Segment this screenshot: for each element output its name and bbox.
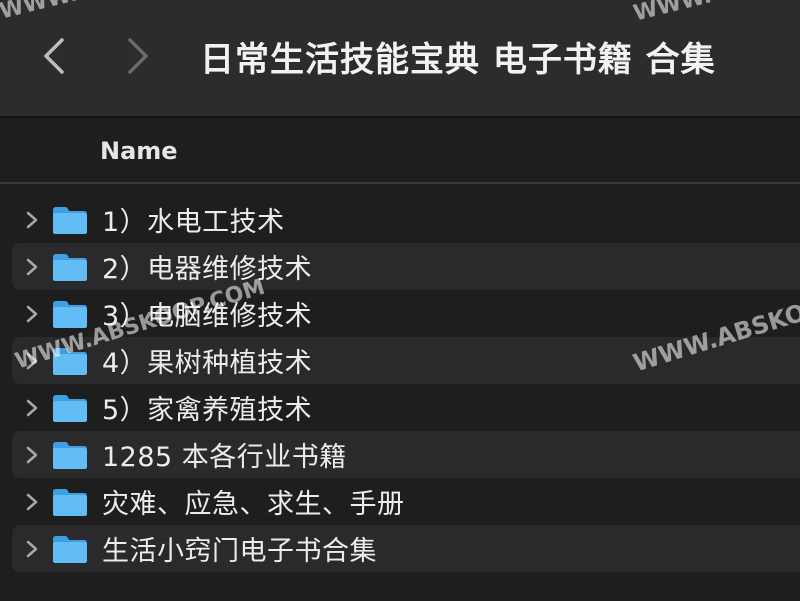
- folder-icon: [53, 441, 87, 469]
- toolbar: 日常生活技能宝典 电子书籍 合集: [0, 0, 800, 118]
- disclosure-triangle[interactable]: [12, 525, 52, 572]
- file-name: 灾难、应急、求生、手册: [102, 489, 405, 520]
- file-name: 1285 本各行业书籍: [102, 442, 347, 473]
- chevron-right-icon: [128, 38, 148, 74]
- folder-icon: [53, 347, 87, 375]
- disclosure-triangle[interactable]: [12, 384, 52, 431]
- file-name: 2）电器维修技术: [102, 254, 313, 285]
- chevron-right-icon: [26, 352, 38, 369]
- back-button[interactable]: [34, 30, 74, 82]
- folder-icon: [53, 253, 87, 281]
- list-item[interactable]: 1285 本各行业书籍: [12, 431, 800, 478]
- list-item[interactable]: 2）电器维修技术: [12, 243, 800, 290]
- disclosure-triangle[interactable]: [12, 243, 52, 290]
- list-item[interactable]: 生活小窍门电子书合集: [12, 525, 800, 572]
- file-name: 3）电脑维修技术: [102, 301, 313, 332]
- name-column-header[interactable]: Name: [100, 120, 178, 182]
- column-header: Name: [0, 120, 800, 184]
- file-name: 1）水电工技术: [102, 207, 285, 238]
- list-item[interactable]: 4）果树种植技术: [12, 337, 800, 384]
- file-name: 生活小窍门电子书合集: [102, 536, 377, 567]
- file-list: 1）水电工技术 2）电器维修技术 3）电脑维修技术 4）果树种植技术 5）家禽养…: [12, 196, 800, 572]
- list-item[interactable]: 3）电脑维修技术: [12, 290, 800, 337]
- chevron-right-icon: [26, 446, 38, 463]
- folder-icon: [53, 488, 87, 516]
- file-name: 5）家禽养殖技术: [102, 395, 313, 426]
- folder-icon: [53, 394, 87, 422]
- disclosure-triangle[interactable]: [12, 196, 52, 243]
- chevron-right-icon: [26, 211, 38, 228]
- disclosure-triangle[interactable]: [12, 478, 52, 525]
- chevron-right-icon: [26, 258, 38, 275]
- folder-icon: [53, 300, 87, 328]
- forward-button[interactable]: [118, 30, 158, 82]
- disclosure-triangle[interactable]: [12, 337, 52, 384]
- disclosure-triangle[interactable]: [12, 290, 52, 337]
- list-item[interactable]: 灾难、应急、求生、手册: [12, 478, 800, 525]
- finder-window: 日常生活技能宝典 电子书籍 合集 Name 1）水电工技术 2）电器维修技术 3…: [0, 0, 800, 601]
- list-item[interactable]: 1）水电工技术: [12, 196, 800, 243]
- folder-icon: [53, 535, 87, 563]
- window-title: 日常生活技能宝典 电子书籍 合集: [200, 39, 716, 80]
- file-name: 4）果树种植技术: [102, 348, 313, 379]
- folder-icon: [53, 206, 87, 234]
- chevron-right-icon: [26, 493, 38, 510]
- list-item[interactable]: 5）家禽养殖技术: [12, 384, 800, 431]
- chevron-right-icon: [26, 305, 38, 322]
- chevron-right-icon: [26, 399, 38, 416]
- chevron-left-icon: [44, 38, 64, 74]
- chevron-right-icon: [26, 540, 38, 557]
- disclosure-triangle[interactable]: [12, 431, 52, 478]
